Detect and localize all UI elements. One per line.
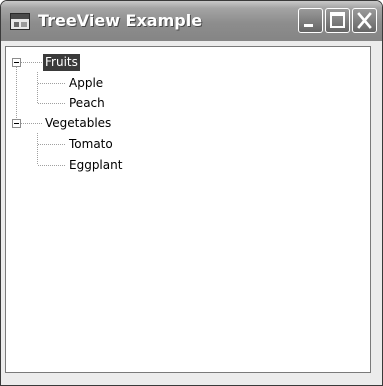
collapse-fruits-icon[interactable]	[12, 58, 21, 67]
tree-view[interactable]: Fruits Apple Peach Vegetables Tomato Egg…	[5, 46, 371, 373]
tree-node-vegetables[interactable]: Vegetables	[43, 115, 113, 132]
close-icon	[357, 12, 372, 29]
minimize-icon	[304, 24, 313, 27]
tree-node-peach[interactable]: Peach	[67, 95, 107, 112]
close-button[interactable]	[352, 8, 377, 33]
maximize-icon	[330, 12, 345, 28]
window-title: TreeView Example	[38, 11, 203, 30]
app-window: TreeView Example Fruits Apple Peach Vege…	[0, 0, 383, 386]
tree-node-tomato[interactable]: Tomato	[67, 136, 115, 153]
tree-node-eggplant[interactable]: Eggplant	[67, 157, 124, 174]
minimize-button[interactable]	[298, 8, 323, 33]
collapse-vegetables-icon[interactable]	[12, 119, 21, 128]
maximize-button[interactable]	[325, 8, 350, 33]
tree-node-apple[interactable]: Apple	[67, 75, 105, 92]
tree-connector-lines	[16, 62, 66, 166]
tree-node-fruits[interactable]: Fruits	[43, 54, 80, 71]
title-bar[interactable]: TreeView Example	[1, 1, 382, 41]
form-window-icon[interactable]	[10, 13, 30, 30]
